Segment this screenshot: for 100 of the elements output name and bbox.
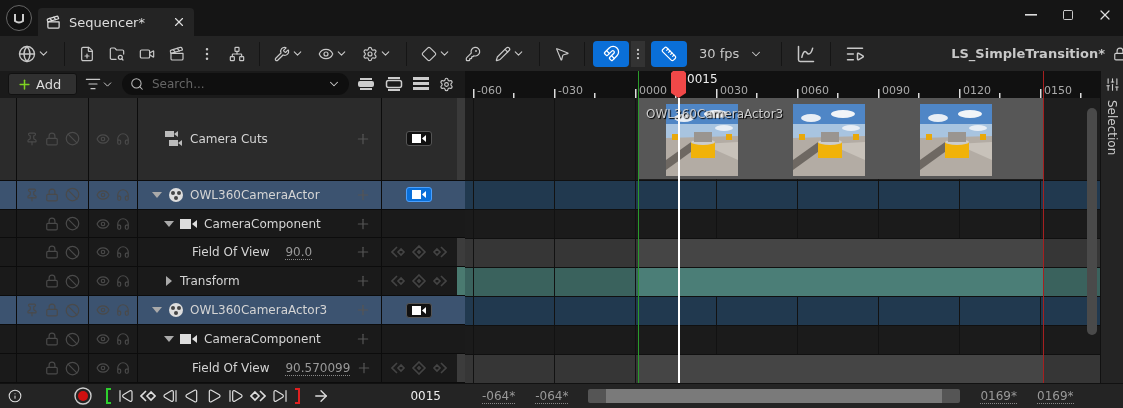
headphones-icon[interactable] [116,245,130,260]
end-marker[interactable] [1043,71,1044,383]
search-input[interactable]: Search... [150,76,321,93]
playhead-handle[interactable] [671,71,686,98]
track-name: Transform [180,274,240,289]
play-button[interactable] [206,388,222,404]
headphones-icon[interactable] [116,332,130,347]
previous-key-icon [140,389,156,403]
step-back-button[interactable] [162,388,178,404]
next-key-icon[interactable] [431,275,447,288]
lock-icon[interactable] [1113,46,1123,61]
next-key-icon[interactable] [431,362,447,375]
view-end-field[interactable]: 0169* [1037,388,1074,404]
expand-rows-button[interactable] [383,77,405,92]
step-forward-icon [228,388,244,404]
folder-search-icon [109,45,125,62]
camera-icon [412,134,426,144]
eye-icon[interactable] [96,274,110,289]
eye-icon[interactable] [96,131,110,146]
set-end-button[interactable] [294,388,300,404]
tick-label: 0150 [1044,84,1072,97]
next-key-icon[interactable] [431,246,447,259]
loop-button[interactable] [312,387,330,405]
play-reverse-button[interactable] [184,388,200,404]
headphones-icon[interactable] [116,274,130,289]
headphones-icon[interactable] [116,131,130,146]
set-start-button[interactable] [106,388,112,404]
ban-icon[interactable] [65,131,80,147]
ban-icon[interactable] [65,187,80,203]
add-key-icon[interactable] [411,274,427,289]
camera-lock-button[interactable] [406,302,432,318]
search-field[interactable]: Search... [122,73,349,96]
jump-to-end-button[interactable] [272,388,288,404]
add-key-icon[interactable] [411,361,427,376]
track-row[interactable]: OWL360CameraActor [0,180,465,210]
collapse-arrow-icon[interactable] [164,218,174,229]
snap-button[interactable] [593,40,629,67]
start-marker[interactable] [638,71,639,383]
collapse-rows-button[interactable] [355,77,377,92]
ban-icon[interactable] [65,216,80,231]
step-forward-button[interactable] [228,388,244,404]
sequencer-tab[interactable]: Sequencer* [38,8,194,36]
ban-icon[interactable] [65,360,80,376]
view-start-field[interactable]: -064* [482,388,516,404]
next-key-button[interactable] [250,389,266,403]
info-button[interactable] [8,389,22,403]
headphones-icon[interactable] [116,216,130,231]
eye-icon[interactable] [96,332,110,347]
pin-icon[interactable] [25,187,39,202]
pin-icon[interactable] [25,303,39,318]
add-button[interactable]: Add [8,73,77,96]
frame-rate-dropdown[interactable]: 30 fps [689,40,774,67]
track-row[interactable]: CameraComponent [0,209,465,239]
pin-icon[interactable] [25,131,39,146]
eye-icon[interactable] [96,245,110,260]
skip-forward-icon [272,388,288,404]
working-end-field[interactable]: 0169* [980,388,1017,404]
ban-icon[interactable] [65,244,80,260]
app-logo[interactable] [6,5,32,31]
track-row[interactable]: Transform [0,267,465,297]
list-button[interactable] [411,77,431,92]
previous-key-icon[interactable] [391,246,407,259]
property-value[interactable]: 90.0 [285,244,313,260]
track-row[interactable]: Field Of View 90.570099 [0,354,465,383]
snap-options-button[interactable] [631,40,645,67]
eye-icon[interactable] [96,216,110,231]
headphones-icon[interactable] [116,187,130,202]
ban-icon[interactable] [65,273,80,289]
current-frame[interactable]: 0015 [410,389,441,403]
track-row[interactable]: CameraComponent [0,325,465,355]
selection-tab[interactable]: Selection [1105,100,1119,156]
headphones-icon[interactable] [116,303,130,318]
track-row[interactable]: Field Of View 90.0 [0,238,465,268]
ban-icon[interactable] [65,331,80,347]
jump-to-start-button[interactable] [118,388,134,404]
record-button[interactable] [74,387,92,405]
eye-icon[interactable] [96,303,110,318]
headphones-icon[interactable] [116,361,130,376]
close-icon[interactable] [172,15,186,29]
rows-icon [385,77,403,92]
vertical-scrollbar[interactable] [1087,108,1097,335]
previous-key-button[interactable] [140,389,156,403]
track-row[interactable]: Camera Cuts [0,97,465,181]
pencil-icon [495,45,511,62]
previous-key-icon[interactable] [391,275,407,288]
working-start-field[interactable]: -064* [535,388,569,404]
previous-key-icon[interactable] [391,362,407,375]
camera-lock-button[interactable] [406,131,432,147]
frame-snap-button[interactable] [651,40,687,67]
camera-cut-section[interactable]: OWL360CameraActor3 [638,98,1044,179]
eye-icon[interactable] [96,361,110,376]
track-row[interactable]: OWL360CameraActor3 [0,296,465,326]
camera-lock-button[interactable] [406,187,432,203]
add-key-icon[interactable] [411,245,427,260]
expand-arrow-icon[interactable] [164,276,174,287]
collapse-arrow-icon[interactable] [152,189,162,200]
ban-icon[interactable] [65,302,80,318]
settings-button[interactable] [437,76,456,92]
eye-icon[interactable] [96,187,110,202]
property-value[interactable]: 90.570099 [285,360,351,376]
